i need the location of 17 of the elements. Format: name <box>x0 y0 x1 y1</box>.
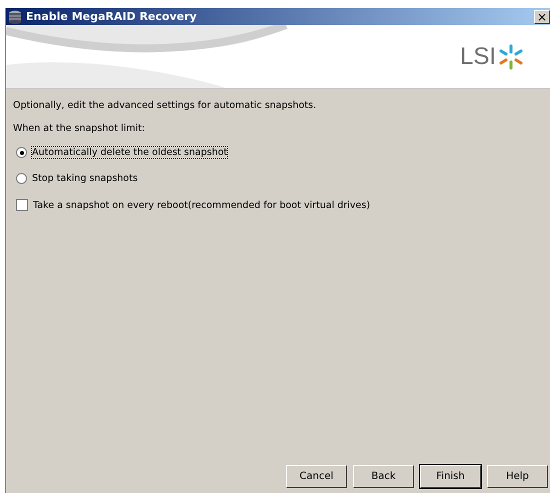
wizard-button[interactable]: Help <box>487 465 548 488</box>
window-title: Enable MegaRAID Recovery <box>26 10 198 23</box>
limit-label: When at the snapshot limit: <box>13 123 146 134</box>
checkbox[interactable] <box>16 199 28 211</box>
wizard-button[interactable]: Finish <box>420 465 481 488</box>
radio-button[interactable] <box>16 147 27 158</box>
wizard-button[interactable]: Cancel <box>286 465 347 488</box>
close-button[interactable]: × <box>534 10 550 24</box>
intro-text: Optionally, edit the advanced settings for automatic snapshots. <box>13 100 318 111</box>
database-icon <box>8 10 22 24</box>
option-label[interactable]: Automatically delete the oldest snapshot <box>32 147 228 158</box>
starburst-icon <box>498 44 524 70</box>
option-label[interactable]: Stop taking snapshots <box>32 173 138 184</box>
logo-text: LSI <box>460 42 496 70</box>
option-label[interactable]: Take a snapshot on every reboot(recommended for boot virtual drives) <box>33 200 370 210</box>
wizard-button[interactable]: Back <box>353 465 414 488</box>
radio-button[interactable] <box>16 173 27 184</box>
